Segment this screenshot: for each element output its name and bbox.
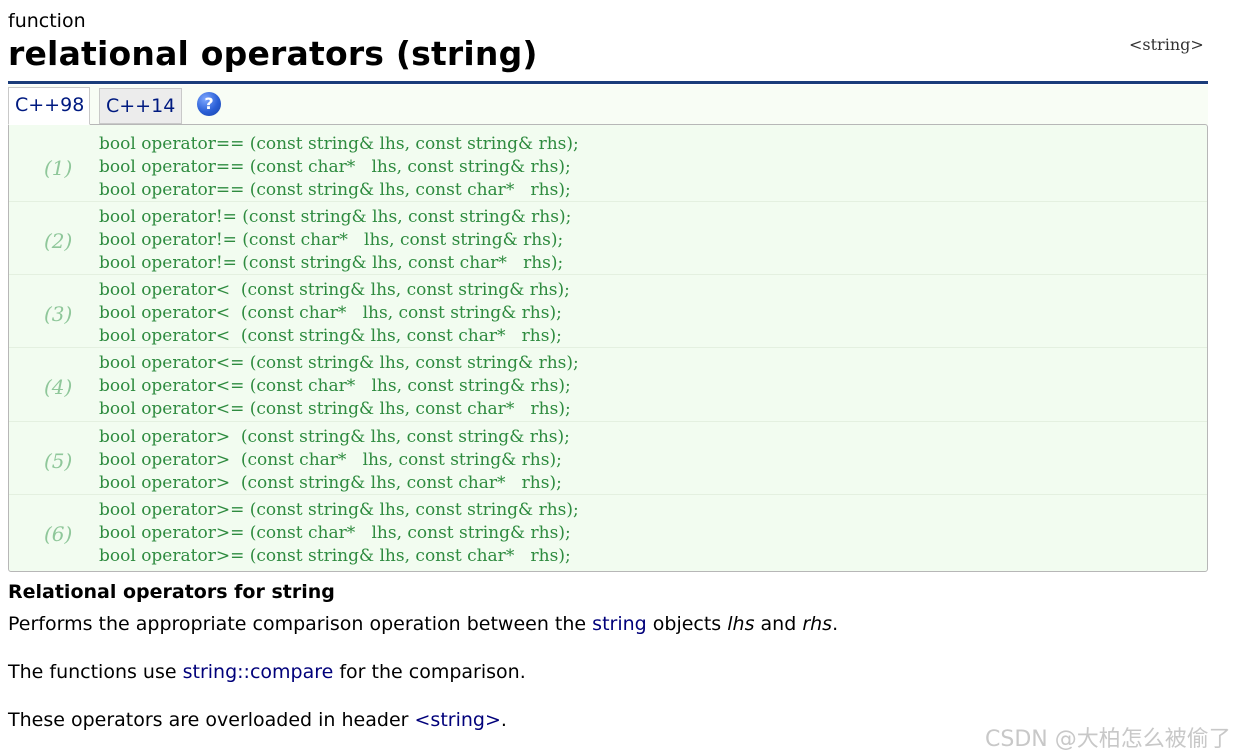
- declaration-line: bool operator>= (const string& lhs, cons…: [99, 500, 579, 520]
- watermark: CSDN @大柏怎么被偷了: [985, 727, 1231, 752]
- declaration-line: bool operator< (const string& lhs, const…: [99, 280, 570, 300]
- declaration-group: (3) bool operator< (const string& lhs, c…: [9, 274, 1207, 347]
- declaration-line: bool operator<= (const string& lhs, cons…: [99, 353, 579, 373]
- declaration-group: (2) bool operator!= (const string& lhs, …: [9, 201, 1207, 274]
- tab-cpp98[interactable]: C++98: [8, 87, 90, 125]
- tab-cpp14[interactable]: C++14: [99, 88, 182, 124]
- paragraph-text: These operators are overloaded in header: [8, 709, 415, 731]
- title-rule: [8, 81, 1208, 84]
- declaration-line: bool operator> (const string& lhs, const…: [99, 473, 562, 493]
- param-lhs: lhs: [727, 613, 755, 635]
- declaration-line: bool operator== (const string& lhs, cons…: [99, 134, 579, 154]
- paragraph-text: and: [754, 613, 803, 635]
- tab-label: C++98: [15, 94, 85, 116]
- paragraph-text: .: [500, 709, 507, 731]
- declaration-line: bool operator< (const char* lhs, const s…: [99, 303, 562, 323]
- page-kind: function: [8, 10, 86, 32]
- declaration-group: (1) bool operator== (const string& lhs, …: [9, 128, 1207, 200]
- version-tab-bar: C++98 C++14 ?: [8, 85, 1208, 125]
- declaration-line: bool operator<= (const char* lhs, const …: [99, 376, 571, 396]
- group-number: (5): [44, 449, 73, 473]
- declaration-line: bool operator< (const string& lhs, const…: [99, 326, 562, 346]
- declaration-line: bool operator== (const char* lhs, const …: [99, 157, 571, 177]
- declaration-line: bool operator!= (const char* lhs, const …: [99, 230, 564, 250]
- description-paragraph: The functions use string::compare for th…: [8, 661, 526, 683]
- group-number: (1): [44, 156, 73, 180]
- paragraph-text: objects: [646, 613, 728, 635]
- description-paragraph: Performs the appropriate comparison oper…: [8, 613, 838, 635]
- header-link[interactable]: <string>: [1129, 35, 1204, 54]
- declaration-group: (5) bool operator> (const string& lhs, c…: [9, 421, 1207, 494]
- declaration-group: (4) bool operator<= (const string& lhs, …: [9, 347, 1207, 420]
- compare-link[interactable]: string::compare: [183, 661, 334, 683]
- declaration-line: bool operator!= (const string& lhs, cons…: [99, 253, 564, 273]
- param-rhs: rhs: [802, 613, 833, 635]
- paragraph-text: Performs the appropriate comparison oper…: [8, 613, 593, 635]
- paragraph-text: The functions use: [8, 661, 183, 683]
- declaration-line: bool operator> (const char* lhs, const s…: [99, 450, 562, 470]
- declaration-line: bool operator>= (const char* lhs, const …: [99, 523, 571, 543]
- group-number: (6): [44, 522, 73, 546]
- tab-label: C++14: [106, 95, 176, 117]
- group-number: (3): [44, 302, 73, 326]
- declaration-group: (6) bool operator>= (const string& lhs, …: [9, 494, 1207, 567]
- description-paragraph: These operators are overloaded in header…: [8, 709, 507, 731]
- help-icon[interactable]: ?: [197, 92, 221, 116]
- declaration-line: bool operator>= (const string& lhs, cons…: [99, 546, 571, 566]
- paragraph-text: for the comparison.: [333, 661, 526, 683]
- declaration-line: bool operator> (const string& lhs, const…: [99, 427, 570, 447]
- page-title: relational operators (string): [8, 34, 538, 73]
- string-link[interactable]: string: [592, 613, 647, 635]
- declarations-box: (1) bool operator== (const string& lhs, …: [8, 124, 1208, 572]
- group-number: (2): [44, 229, 73, 253]
- declaration-line: bool operator== (const string& lhs, cons…: [99, 180, 571, 200]
- declaration-line: bool operator<= (const string& lhs, cons…: [99, 399, 571, 419]
- description-heading: Relational operators for string: [8, 581, 335, 603]
- paragraph-text: .: [832, 613, 839, 635]
- declaration-line: bool operator!= (const string& lhs, cons…: [99, 207, 572, 227]
- header-string-link[interactable]: <string>: [415, 709, 501, 731]
- group-number: (4): [44, 375, 73, 399]
